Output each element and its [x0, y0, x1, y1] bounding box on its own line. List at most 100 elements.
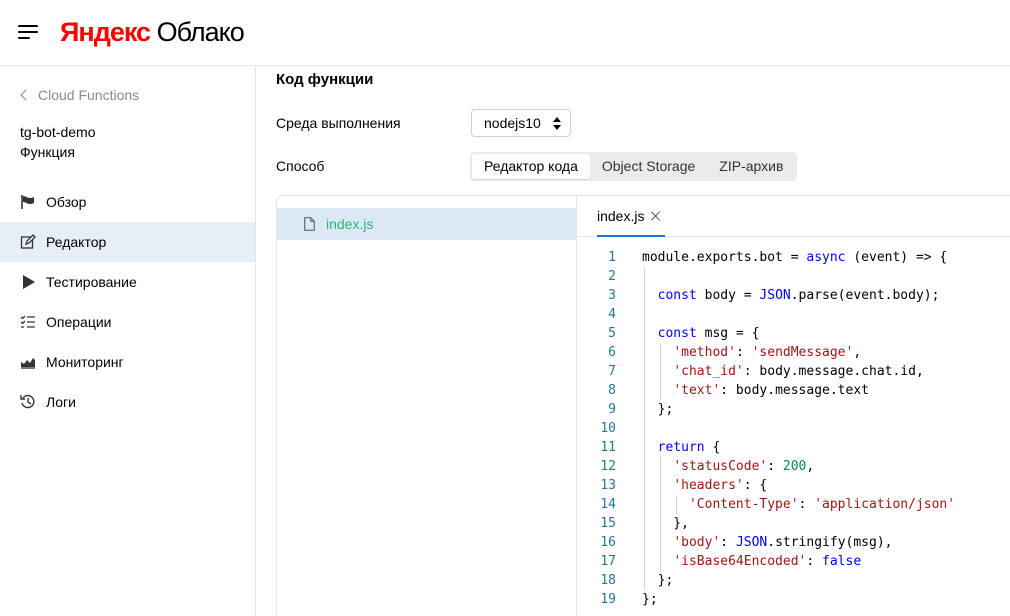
chart-icon — [20, 354, 36, 370]
code-text: 'method': 'sendMessage', — [673, 345, 862, 360]
back-link-label: Cloud Functions — [38, 87, 140, 103]
code-text: }, — [642, 516, 689, 531]
line-number: 16 — [600, 535, 616, 550]
code-line: 5 const msg = { — [578, 324, 1010, 343]
runtime-select-value: nodejs10 — [484, 115, 541, 131]
code-area[interactable]: 1 module.exports.bot = async (event) => {… — [578, 248, 1010, 616]
logo-product: Облако — [156, 17, 245, 47]
sidebar-item-testing[interactable]: Тестирование — [0, 262, 255, 302]
code-line: 10 — [578, 419, 1010, 438]
indent-guide — [660, 343, 661, 400]
history-icon — [20, 394, 36, 410]
code-text: }; — [642, 402, 674, 417]
sidebar-item-label: Тестирование — [46, 274, 137, 290]
hamburger-menu-icon[interactable] — [18, 24, 40, 40]
flag-icon — [20, 194, 36, 210]
code-line: 14 'Content-Type': 'application/json' — [578, 495, 1010, 514]
line-number: 12 — [600, 459, 616, 474]
logo[interactable]: Яндекс Облако — [60, 17, 245, 48]
code-line: 6 'method': 'sendMessage', — [578, 343, 1010, 362]
code-text: return { — [657, 440, 721, 455]
chevron-left-icon — [20, 89, 32, 101]
line-number: 14 — [600, 497, 616, 512]
code-text: 'body': JSON.stringify(msg), — [673, 535, 893, 550]
code-line: 12 'statusCode': 200, — [578, 457, 1010, 476]
code-line: 9 }; — [578, 400, 1010, 419]
sidebar-item-label: Обзор — [46, 194, 87, 210]
sidebar-item-editor[interactable]: Редактор — [0, 222, 255, 262]
line-number: 1 — [608, 250, 616, 265]
function-type: Функция — [20, 144, 75, 160]
sidebar-item-label: Мониторинг — [46, 354, 124, 370]
method-label: Способ — [276, 158, 325, 174]
code-text: 'chat_id': body.message.chat.id, — [673, 364, 924, 379]
edit-icon — [20, 234, 36, 250]
line-number: 7 — [608, 364, 616, 379]
back-to-cloud-functions-link[interactable]: Cloud Functions — [20, 87, 140, 103]
method-option-object-storage[interactable]: Object Storage — [590, 154, 707, 179]
line-number: 13 — [600, 478, 616, 493]
code-text: const msg = { — [657, 326, 760, 341]
code-text: }; — [642, 592, 658, 607]
code-text: 'text': body.message.text — [673, 383, 869, 398]
editor-tabs: index.js — [578, 196, 1010, 237]
file-tree-item[interactable]: index.js — [277, 208, 576, 240]
code-line: 8 'text': body.message.text — [578, 381, 1010, 400]
line-number: 3 — [608, 288, 616, 303]
editor-tab-label: index.js — [597, 207, 645, 224]
sidebar-item-monitoring[interactable]: Мониторинг — [0, 342, 255, 382]
sidebar-item-label: Логи — [46, 394, 76, 410]
line-number: 9 — [608, 402, 616, 417]
code-line: 15 }, — [578, 514, 1010, 533]
line-number: 15 — [600, 516, 616, 531]
code-line: 18 }; — [578, 571, 1010, 590]
sidebar-item-operations[interactable]: Операции — [0, 302, 255, 342]
method-option-zip-archive[interactable]: ZIP-архив — [707, 154, 795, 179]
checklist-icon — [20, 314, 36, 330]
code-text: }; — [642, 573, 674, 588]
page-title: Код функции — [276, 71, 374, 88]
code-text: module.exports.bot = async (event) => { — [642, 250, 948, 265]
method-segmented-control: Редактор кода Object Storage ZIP-архив — [470, 152, 798, 181]
line-number: 11 — [600, 440, 616, 455]
runtime-select[interactable]: nodejs10 — [471, 109, 571, 137]
code-text: 'statusCode': 200, — [673, 459, 815, 474]
sidebar-item-overview[interactable]: Обзор — [0, 182, 255, 222]
sidebar-nav: Обзор Редактор Тестирование Операции Мон… — [0, 182, 255, 422]
sidebar-item-label: Операции — [46, 314, 112, 330]
sidebar: Cloud Functions tg-bot-demo Функция Обзо… — [0, 67, 256, 616]
line-number: 4 — [608, 307, 616, 322]
line-number: 10 — [600, 421, 616, 436]
file-icon — [304, 217, 315, 231]
indent-guide — [660, 457, 661, 571]
line-number: 2 — [608, 269, 616, 284]
logo-brand: Яндекс — [60, 17, 151, 47]
code-line: 3 const body = JSON.parse(event.body); — [578, 286, 1010, 305]
file-name: index.js — [326, 216, 374, 232]
runtime-label: Среда выполнения — [276, 115, 401, 131]
function-name: tg-bot-demo — [20, 124, 96, 140]
line-number: 17 — [600, 554, 616, 569]
file-tree: index.js — [277, 196, 577, 616]
code-line: 13 'headers': { — [578, 476, 1010, 495]
line-number: 6 — [608, 345, 616, 360]
line-number: 8 — [608, 383, 616, 398]
sidebar-item-label: Редактор — [46, 234, 107, 250]
main-content: Код функции Среда выполнения nodejs10 Сп… — [256, 67, 1010, 616]
line-number: 5 — [608, 326, 616, 341]
indent-guide — [676, 495, 677, 514]
code-text: const body = JSON.parse(event.body); — [657, 288, 940, 303]
code-line: 7 'chat_id': body.message.chat.id, — [578, 362, 1010, 381]
code-line: 4 — [578, 305, 1010, 324]
code-text: 'isBase64Encoded': false — [673, 554, 862, 569]
code-line: 17 'isBase64Encoded': false — [578, 552, 1010, 571]
sidebar-item-logs[interactable]: Логи — [0, 382, 255, 422]
code-line: 2 — [578, 267, 1010, 286]
code-line: 11 return { — [578, 438, 1010, 457]
editor-tab[interactable]: index.js — [597, 196, 666, 237]
close-icon[interactable] — [651, 211, 661, 221]
top-header: Яндекс Облако — [0, 0, 1010, 66]
method-option-code-editor[interactable]: Редактор кода — [472, 154, 590, 179]
line-number: 19 — [600, 592, 616, 607]
play-icon — [20, 274, 36, 290]
